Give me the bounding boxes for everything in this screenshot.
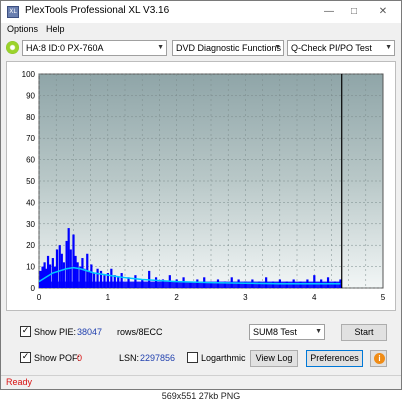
info-button[interactable]: i bbox=[370, 350, 387, 367]
show-pof-checkbox[interactable]: ✓ bbox=[20, 352, 31, 363]
x-tick-label: 4 bbox=[312, 293, 317, 302]
lsn-value: 2297856 bbox=[140, 353, 176, 363]
drive-select-value: HA:8 ID:0 PX-760A bbox=[26, 43, 104, 53]
logarithmic-checkbox[interactable] bbox=[187, 352, 198, 363]
y-tick-label: 20 bbox=[26, 241, 35, 250]
pie-bar bbox=[67, 228, 70, 288]
x-tick-label: 2 bbox=[174, 293, 179, 302]
maximize-icon[interactable]: □ bbox=[344, 4, 364, 20]
lsn-label: LSN: bbox=[119, 353, 140, 363]
y-tick-label: 60 bbox=[26, 156, 35, 165]
function-select-value: DVD Diagnostic Functions bbox=[176, 43, 282, 53]
show-pof-label: Show POF: bbox=[34, 353, 81, 363]
x-tick-label: 5 bbox=[381, 293, 386, 302]
show-pie-checkbox[interactable]: ✓ bbox=[20, 326, 31, 337]
pie-bar bbox=[65, 240, 68, 288]
pie-bar bbox=[72, 234, 75, 288]
disc-icon bbox=[6, 41, 19, 54]
menu-bar: Options Help bbox=[1, 23, 401, 37]
close-icon[interactable]: ✕ bbox=[373, 4, 393, 20]
app-window: XL PlexTools Professional XL V3.16 — □ ✕… bbox=[0, 0, 402, 390]
info-icon: i bbox=[374, 353, 385, 364]
logarithmic-label: Logarthmic bbox=[201, 353, 246, 363]
status-text: Ready bbox=[6, 377, 33, 387]
drive-select[interactable]: HA:8 ID:0 PX-760A ▼ bbox=[22, 40, 167, 56]
y-tick-label: 80 bbox=[26, 113, 35, 122]
chevron-down-icon: ▼ bbox=[315, 328, 322, 335]
x-tick-label: 0 bbox=[37, 293, 42, 302]
chevron-down-icon: ▼ bbox=[157, 44, 164, 51]
test-select[interactable]: Q-Check PI/PO Test ▼ bbox=[287, 40, 395, 56]
window-title: PlexTools Professional XL V3.16 bbox=[25, 5, 170, 16]
chevron-down-icon: ▼ bbox=[274, 44, 281, 51]
pof-value: 0 bbox=[77, 353, 83, 363]
pi-po-chart: 0 10 20 30 40 50 60 70 80 90 100 0 1 2 3 4 5 bbox=[22, 70, 386, 302]
chevron-down-icon: ▼ bbox=[385, 44, 392, 51]
menu-help[interactable]: Help bbox=[46, 24, 65, 34]
function-select[interactable]: DVD Diagnostic Functions ▼ bbox=[172, 40, 284, 56]
app-icon: XL bbox=[7, 6, 19, 18]
preferences-button[interactable]: Preferences bbox=[306, 350, 363, 367]
show-pie-label: Show PIE: bbox=[34, 327, 77, 337]
y-tick-label: 50 bbox=[26, 177, 35, 186]
test-mode-select[interactable]: SUM8 Test ▼ bbox=[249, 324, 325, 340]
minimize-icon[interactable]: — bbox=[319, 4, 339, 20]
y-tick-label: 10 bbox=[26, 263, 35, 272]
x-tick-label: 3 bbox=[243, 293, 248, 302]
image-caption: 569x551 27kb PNG bbox=[161, 391, 241, 401]
chart-panel: 0 10 20 30 40 50 60 70 80 90 100 0 1 2 3 4 5 bbox=[6, 61, 396, 311]
menu-options[interactable]: Options bbox=[7, 24, 38, 34]
pie-bar bbox=[58, 245, 61, 288]
title-bar: XL PlexTools Professional XL V3.16 — □ ✕ bbox=[1, 1, 401, 23]
pie-unit: rows/8ECC bbox=[117, 327, 163, 337]
y-tick-label: 0 bbox=[31, 284, 36, 293]
y-tick-label: 100 bbox=[22, 70, 36, 79]
y-tick-label: 70 bbox=[26, 134, 35, 143]
y-tick-label: 90 bbox=[26, 91, 35, 100]
view-log-button[interactable]: View Log bbox=[250, 350, 298, 367]
status-bar: Ready bbox=[1, 375, 401, 389]
test-select-value: Q-Check PI/PO Test bbox=[291, 43, 372, 53]
start-button[interactable]: Start bbox=[341, 324, 387, 341]
test-mode-value: SUM8 Test bbox=[253, 327, 297, 337]
y-tick-label: 30 bbox=[26, 220, 35, 229]
pie-value: 38047 bbox=[77, 327, 103, 337]
x-tick-label: 1 bbox=[106, 293, 111, 302]
toolbar: HA:8 ID:0 PX-760A ▼ DVD Diagnostic Funct… bbox=[1, 38, 401, 58]
y-tick-label: 40 bbox=[26, 198, 35, 207]
